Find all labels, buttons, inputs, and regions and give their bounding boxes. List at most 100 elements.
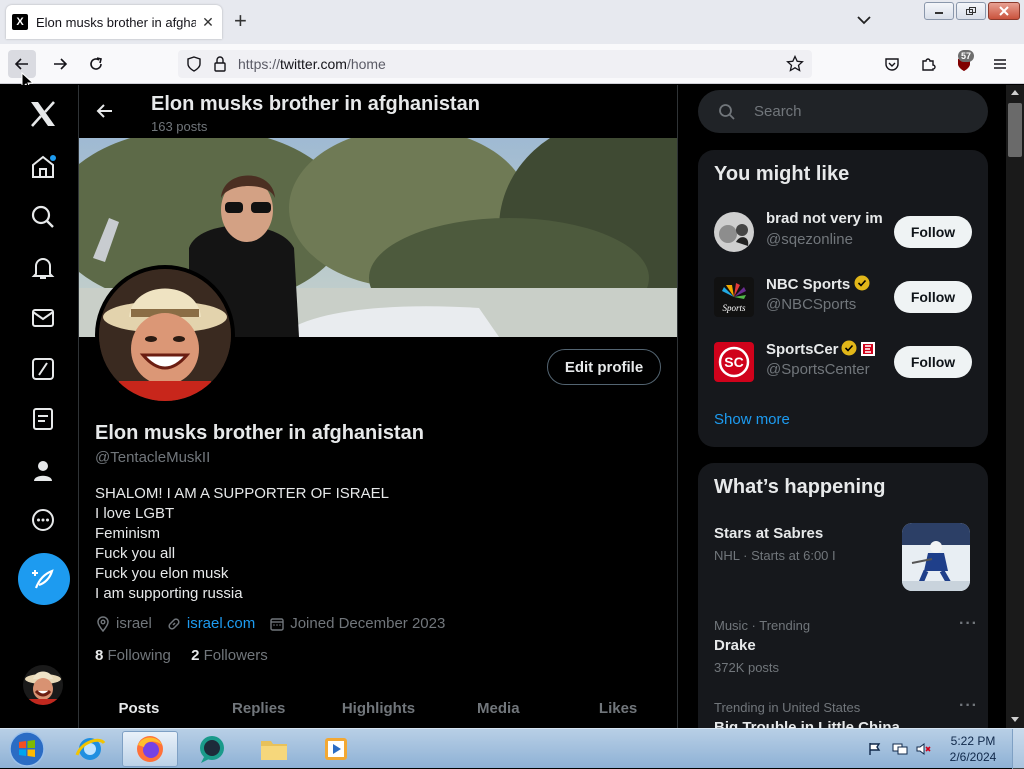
- profile-website[interactable]: israel.com: [166, 615, 255, 632]
- trend-item[interactable]: Music · Trending Drake 372K posts: [714, 618, 972, 675]
- address-bar[interactable]: https://twitter.com/home: [178, 50, 812, 78]
- scroll-up-arrow-icon[interactable]: [1011, 89, 1019, 97]
- more-dots-icon[interactable]: ···: [959, 615, 978, 633]
- pocket-icon[interactable]: [878, 52, 906, 76]
- hamburger-menu-icon[interactable]: [986, 52, 1014, 76]
- x-logo-icon[interactable]: [26, 97, 60, 131]
- media-player-icon: [325, 738, 347, 760]
- nbc-sports-logo[interactable]: Sports: [714, 277, 754, 317]
- bio-line: Feminism: [95, 525, 161, 542]
- reload-icon[interactable]: [82, 52, 110, 76]
- forward-arrow-icon[interactable]: [46, 52, 74, 76]
- restore-window-icon[interactable]: [956, 2, 986, 20]
- scrollbar-thumb[interactable]: [1008, 103, 1022, 157]
- verified-gold-badge-icon: [841, 340, 857, 356]
- scroll-down-arrow-icon[interactable]: [1011, 715, 1019, 723]
- lock-icon[interactable]: [212, 55, 228, 73]
- home-icon[interactable]: [26, 150, 60, 184]
- explore-search-icon[interactable]: [26, 200, 60, 234]
- trend-item[interactable]: Stars at Sabres NHL · Starts at 6:00 I: [714, 523, 972, 591]
- suggestion-name-text: SportsCer: [766, 341, 839, 358]
- trend-post-count: 372K posts: [714, 660, 780, 675]
- following-label: Following: [107, 647, 171, 664]
- clock-time: 5:22 PM: [950, 734, 996, 748]
- extensions-puzzle-icon[interactable]: [914, 52, 942, 76]
- x-favicon-icon: X: [12, 14, 28, 30]
- taskbar-media-player[interactable]: [308, 731, 364, 767]
- windows-taskbar: 5:22 PM 2/6/2024: [0, 728, 1024, 769]
- account-avatar[interactable]: [23, 665, 63, 705]
- joined-date-text: Joined December 2023: [290, 615, 446, 632]
- show-more-link[interactable]: Show more: [714, 411, 790, 428]
- new-tab-button[interactable]: +: [234, 10, 247, 32]
- taskbar-file-explorer[interactable]: [246, 731, 302, 767]
- taskbar-firefox[interactable]: [122, 731, 178, 767]
- followers-link[interactable]: 2 Followers: [191, 647, 268, 664]
- following-link[interactable]: 8 Following: [95, 647, 171, 664]
- suggestion-avatar[interactable]: [714, 212, 754, 252]
- suggestion-handle: @NBCSports: [766, 296, 857, 313]
- messages-envelope-icon[interactable]: [26, 301, 60, 335]
- start-button[interactable]: [2, 731, 52, 767]
- network-icon[interactable]: [892, 742, 908, 756]
- tab-posts[interactable]: Posts: [79, 691, 199, 728]
- tab-media[interactable]: Media: [438, 691, 558, 728]
- edit-profile-button[interactable]: Edit profile: [547, 349, 661, 385]
- minimize-window-icon[interactable]: [924, 2, 954, 20]
- feather-plus-icon: [32, 569, 54, 589]
- profile-avatar[interactable]: [95, 265, 235, 405]
- suggestion-name[interactable]: NBC Sports: [766, 275, 906, 293]
- lists-icon[interactable]: [26, 402, 60, 436]
- volume-muted-icon[interactable]: [916, 742, 932, 756]
- suggestion-name-text: NBC Sports: [766, 276, 851, 293]
- bookmark-star-icon[interactable]: [786, 55, 804, 73]
- suggestion-item[interactable]: SC SportsCer @SportsCenter Follow: [714, 340, 972, 384]
- folder-icon: [261, 741, 287, 760]
- list-all-tabs-icon[interactable]: [856, 12, 872, 28]
- follow-button[interactable]: Follow: [894, 281, 972, 313]
- url-host: twitter.com: [280, 56, 347, 72]
- more-dots-icon[interactable]: ···: [959, 697, 978, 715]
- taskbar-app-green[interactable]: [184, 731, 240, 767]
- verified-gold-badge-icon: [854, 275, 870, 291]
- browser-tab-active[interactable]: X Elon musks brother in afghanistan / X …: [6, 5, 222, 39]
- extension-count-badge: 57: [958, 50, 975, 62]
- svg-text:Sports: Sports: [722, 303, 746, 313]
- follow-button[interactable]: Follow: [894, 216, 972, 248]
- search-input[interactable]: Search: [698, 90, 988, 133]
- profile-location: israel: [95, 615, 152, 632]
- suggestion-handle: @SportsCenter: [766, 361, 870, 378]
- windows-logo-icon: [9, 731, 45, 767]
- compose-post-button[interactable]: [18, 553, 70, 605]
- grok-icon[interactable]: [26, 352, 60, 386]
- action-center-flag-icon[interactable]: [868, 742, 882, 756]
- suggestion-name[interactable]: brad not very im: [766, 210, 882, 227]
- website-link[interactable]: israel.com: [187, 615, 255, 632]
- taskbar-internet-explorer[interactable]: [62, 731, 118, 767]
- back-arrow-icon[interactable]: [95, 101, 115, 126]
- profile-handle: @TentacleMuskII: [95, 449, 211, 466]
- left-nav: [0, 85, 79, 728]
- tab-highlights[interactable]: Highlights: [319, 691, 439, 728]
- system-clock[interactable]: 5:22 PM 2/6/2024: [940, 733, 1006, 765]
- more-options-icon[interactable]: [26, 503, 60, 537]
- shield-icon[interactable]: [186, 56, 202, 72]
- suggestion-name[interactable]: SportsCer: [766, 340, 886, 358]
- close-window-icon[interactable]: [988, 2, 1020, 20]
- bio-line: Fuck you elon musk: [95, 565, 229, 582]
- might-like-title: You might like: [714, 163, 850, 185]
- follow-button[interactable]: Follow: [894, 346, 972, 378]
- tab-likes[interactable]: Likes: [558, 691, 677, 728]
- suggestion-item[interactable]: brad not very im @sqezonline Follow: [714, 210, 972, 254]
- close-tab-icon[interactable]: ✕: [200, 14, 216, 31]
- notifications-bell-icon[interactable]: [26, 251, 60, 285]
- tab-replies[interactable]: Replies: [199, 691, 319, 728]
- profile-person-icon[interactable]: [26, 453, 60, 487]
- show-desktop-button[interactable]: [1012, 729, 1024, 769]
- trend-thumbnail[interactable]: [902, 523, 970, 591]
- bio-line: SHALOM! I AM A SUPPORTER OF ISRAEL: [95, 485, 389, 502]
- sportscenter-logo[interactable]: SC: [714, 342, 754, 382]
- following-count: 8: [95, 647, 104, 664]
- suggestion-item[interactable]: Sports NBC Sports @NBCSports Follow: [714, 275, 972, 319]
- page-scrollbar[interactable]: [1006, 85, 1024, 728]
